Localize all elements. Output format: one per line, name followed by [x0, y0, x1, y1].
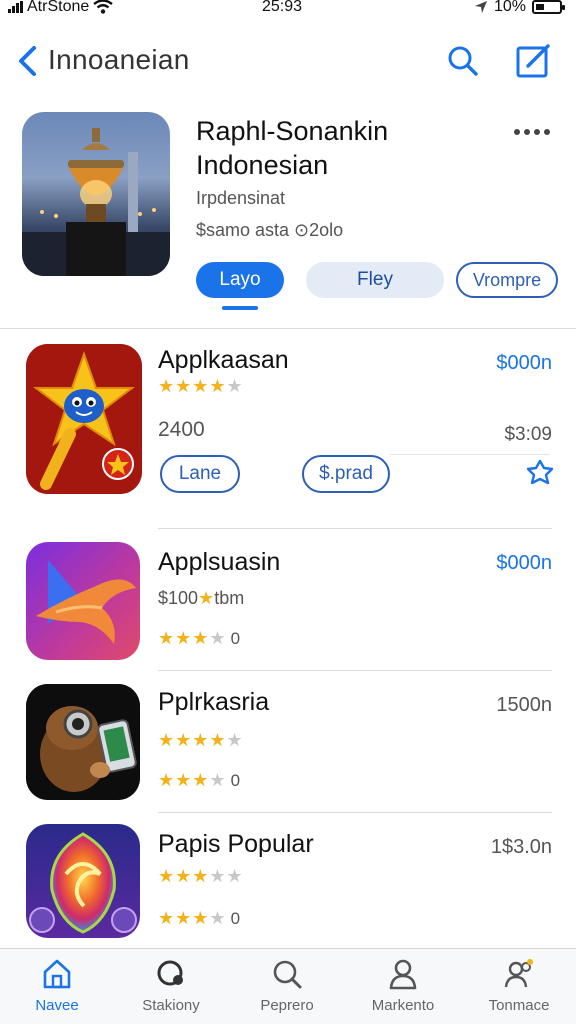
- star-rating: ★★★★ 0: [158, 628, 240, 649]
- star-empty-icon: ★★: [209, 866, 244, 886]
- location-arrow-icon: [474, 1, 487, 13]
- list-item[interactable]: Pplrkasria 1500n ★★★★★ ★★★★ 0: [0, 684, 576, 802]
- tab-stakiony[interactable]: Stakiony: [116, 957, 226, 1014]
- app-price[interactable]: 1$3.0n: [491, 836, 552, 859]
- featured-app-subtitle: Irpdensinat: [196, 188, 286, 208]
- app-name: Pplrkasria: [158, 688, 270, 716]
- wifi-icon: [93, 0, 114, 14]
- app-icon-star-wand: [26, 344, 142, 494]
- status-time: 25:93: [262, 0, 303, 15]
- search-icon[interactable]: [446, 44, 480, 78]
- more-options-icon[interactable]: [512, 126, 552, 138]
- carrier-label: AtrStone: [27, 0, 90, 15]
- rating-count: 0: [230, 629, 241, 648]
- divider: [158, 670, 552, 671]
- home-icon: [43, 959, 71, 989]
- app-number: 2400: [158, 418, 205, 441]
- star-icon: ★★★★: [158, 376, 227, 396]
- divider: [390, 454, 550, 455]
- tab-fley[interactable]: Fley: [306, 262, 444, 298]
- app-name: Applsuasin: [158, 548, 281, 576]
- discover-icon: [157, 960, 183, 986]
- featured-app-icon[interactable]: [22, 112, 170, 276]
- people-icon: [504, 959, 533, 988]
- star-icon: ★★★: [158, 866, 210, 886]
- star-wand-icon: [26, 344, 142, 494]
- nav-title: Innoaneian: [48, 44, 190, 75]
- vrompre-button[interactable]: Vrompre: [456, 262, 558, 298]
- app-meta: $100★tbm: [158, 588, 244, 609]
- featured-app-title-line1: Raphl-Sonankin: [196, 116, 389, 146]
- app-meta-suffix: tbm: [214, 588, 245, 608]
- status-left: AtrStone: [8, 0, 114, 16]
- status-right: 10%: [474, 0, 565, 16]
- star-empty-icon: ★: [209, 908, 227, 928]
- abstract-shape-icon: [26, 542, 140, 660]
- featured-app-title-line2: Indonesian: [196, 150, 329, 180]
- tab-bar: Navee Stakiony Peprero Markento Tonmace: [0, 948, 576, 1024]
- app-price[interactable]: $000n: [496, 352, 552, 375]
- star-empty-icon: ★: [209, 770, 227, 790]
- app-icon-emblem: [26, 824, 140, 938]
- battery-icon: [532, 0, 565, 14]
- trophy-icon: [22, 128, 170, 276]
- star-icon: ★★★: [158, 770, 210, 790]
- star-icon: ★★★★: [158, 730, 227, 750]
- app-name: Papis Popular: [158, 830, 314, 858]
- app-price[interactable]: $000n: [496, 552, 552, 575]
- rating-count: 0: [230, 771, 241, 790]
- tab-label: Peprero: [260, 997, 314, 1014]
- star-rating: ★★★★ 0: [158, 908, 240, 929]
- star-rating-top: ★★★★★: [158, 866, 244, 887]
- app-meta-price: $100: [158, 588, 199, 608]
- app-icon-creature-phone: [26, 684, 140, 800]
- tab-layo[interactable]: Layo: [196, 262, 284, 298]
- list-item[interactable]: Applkaasan $000n ★★★★★ 2400 $3:09 Lane $…: [0, 344, 576, 514]
- active-tab-indicator: [222, 306, 258, 310]
- divider: [0, 328, 576, 329]
- share-icon[interactable]: [526, 458, 554, 486]
- star-rating-top: ★★★★★: [158, 730, 244, 751]
- emblem-icon: [26, 824, 140, 938]
- divider: [158, 812, 552, 813]
- nav-bar: Innoaneian: [0, 36, 576, 88]
- compose-icon[interactable]: [514, 42, 552, 80]
- tab-tonmace[interactable]: Tonmace: [464, 957, 574, 1014]
- search-tab-icon: [273, 960, 302, 989]
- featured-app-title: Raphl-Sonankin Indonesian: [196, 114, 496, 182]
- tab-label: Navee: [35, 997, 79, 1014]
- star-icon: ★★★: [158, 628, 210, 648]
- app-name: Applkaasan: [158, 346, 289, 374]
- list-item[interactable]: Applsuasin $000n $100★tbm ★★★★ 0: [0, 542, 576, 660]
- app-icon-abstract: [26, 542, 140, 660]
- sprad-button[interactable]: $.prad: [302, 455, 390, 493]
- tab-markento[interactable]: Markento: [348, 957, 458, 1014]
- back-chevron-icon[interactable]: [14, 44, 40, 78]
- battery-percent: 10%: [493, 0, 526, 15]
- tab-label: Tonmace: [488, 997, 550, 1014]
- app-side-price: $3:09: [504, 424, 552, 445]
- lane-button[interactable]: Lane: [160, 455, 240, 493]
- star-empty-icon: ★: [226, 730, 244, 750]
- rating-count: 0: [230, 909, 241, 928]
- app-price[interactable]: 1500n: [496, 694, 552, 717]
- star-icon: ★★★: [158, 908, 210, 928]
- tab-navee[interactable]: Navee: [2, 957, 112, 1014]
- star-icon: ★: [198, 588, 215, 608]
- signal-icon: [8, 1, 23, 13]
- tab-label: Stakiony: [142, 997, 200, 1014]
- star-empty-icon: ★: [226, 376, 244, 396]
- divider: [158, 528, 552, 529]
- star-rating: ★★★★ 0: [158, 770, 240, 791]
- status-bar: AtrStone 25:93 10%: [0, 0, 576, 20]
- star-rating: ★★★★★: [158, 376, 244, 397]
- star-empty-icon: ★: [209, 628, 227, 648]
- featured-app-meta: $samo asta ⊙2olo: [196, 220, 344, 240]
- creature-phone-icon: [26, 684, 140, 800]
- featured-app: Raphl-Sonankin Indonesian Irpdensinat $s…: [0, 108, 576, 328]
- tab-label: Markento: [371, 997, 435, 1014]
- person-icon: [389, 959, 417, 990]
- tab-peprero[interactable]: Peprero: [232, 957, 342, 1014]
- list-item[interactable]: Papis Popular 1$3.0n ★★★★★ ★★★★ 0: [0, 824, 576, 942]
